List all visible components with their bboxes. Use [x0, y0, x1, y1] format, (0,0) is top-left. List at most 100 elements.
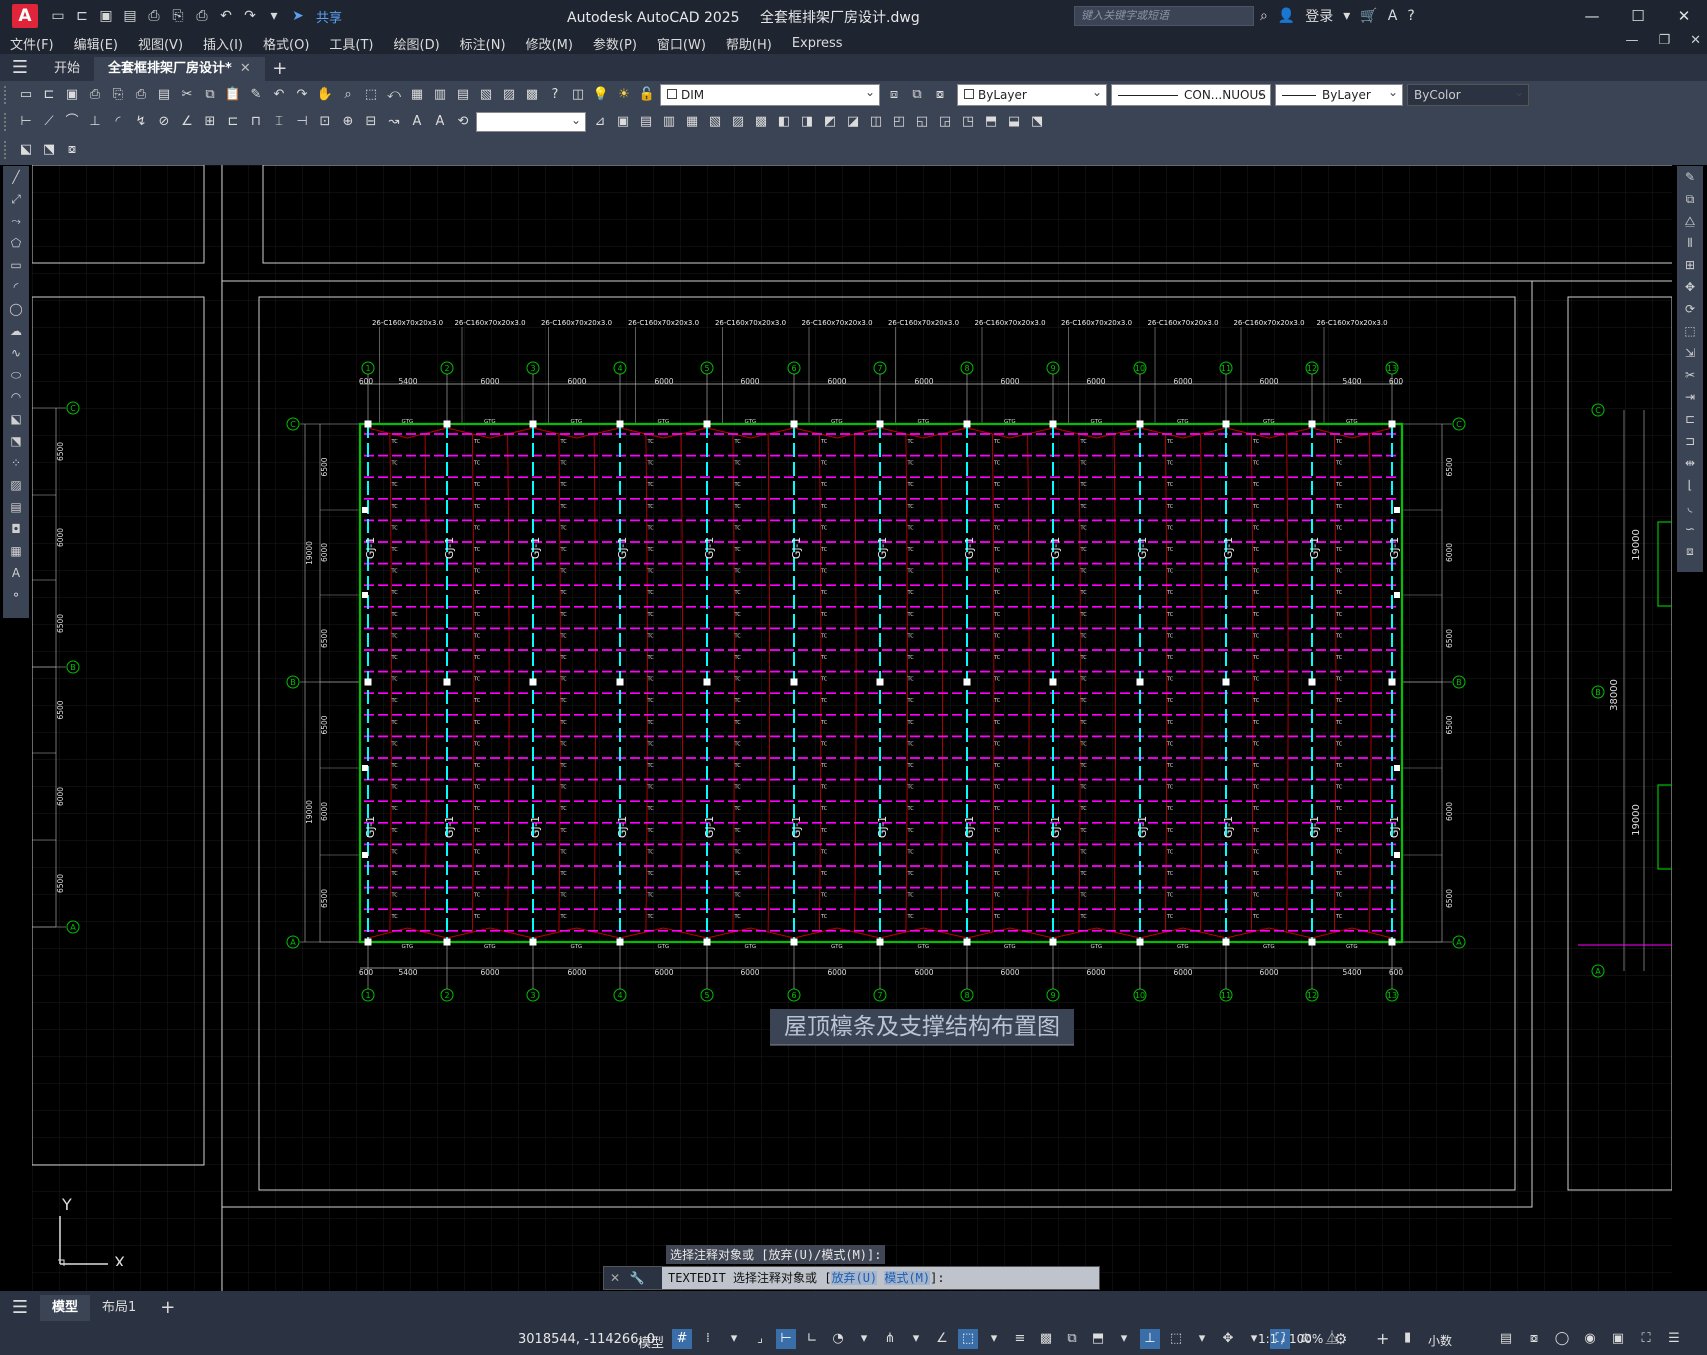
option-undo[interactable]: 放弃(U) [831, 1271, 878, 1285]
dim-style-icon[interactable]: ⊿ [590, 112, 610, 132]
menu-parametric[interactable]: 参数(P) [583, 34, 647, 53]
transparency-icon[interactable]: ▩ [1036, 1329, 1056, 1349]
share-icon[interactable]: ➤ [288, 6, 308, 26]
login-button[interactable]: 登录 [1305, 6, 1333, 26]
model-space-button[interactable]: 模型 [638, 1332, 664, 1351]
line-icon[interactable]: ╱ [3, 166, 29, 188]
fillet-icon[interactable]: ◟ [1677, 496, 1703, 518]
menu-edit[interactable]: 编辑(E) [64, 34, 128, 53]
open-file-icon[interactable]: ⊏ [72, 6, 92, 26]
make-block-icon[interactable]: ⬔ [39, 140, 59, 160]
ellipse-icon[interactable]: ⬭ [3, 364, 29, 386]
chamfer-icon[interactable]: ⌊ [1677, 474, 1703, 496]
minimize-icon[interactable]: — [1569, 0, 1615, 32]
jogged-linear-icon[interactable]: ↝ [384, 112, 404, 132]
units-dropdown[interactable]: 小数 [1428, 1332, 1452, 1349]
units-icon[interactable]: ▮ [1404, 1330, 1411, 1345]
spline-icon[interactable]: ∿ [3, 342, 29, 364]
hardware-acceleration-icon[interactable]: ◉ [1580, 1329, 1600, 1349]
cone-icon[interactable]: ▥ [659, 112, 679, 132]
break-at-point-icon[interactable]: ⊏ [1677, 408, 1703, 430]
search-input[interactable]: 键入关键字或短语 [1074, 6, 1254, 26]
mirror-icon[interactable]: ⧋ [1677, 210, 1703, 232]
doc-minimize-icon[interactable]: — [1625, 33, 1638, 48]
layer-lock-icon[interactable]: 🔓 [637, 85, 657, 105]
sphere-icon[interactable]: ▦ [682, 112, 702, 132]
rotate-icon[interactable]: ⟳ [1677, 298, 1703, 320]
cylinder-icon[interactable]: ▤ [636, 112, 656, 132]
menu-insert[interactable]: 插入(I) [193, 34, 253, 53]
layer-state-icon[interactable]: ⧇ [930, 85, 950, 105]
offset-icon[interactable]: ⫴ [1677, 232, 1703, 254]
point-icon[interactable]: ⁘ [3, 452, 29, 474]
save-icon[interactable]: ▣ [62, 85, 82, 105]
search-icon[interactable]: ⌕ [1260, 8, 1268, 24]
break-icon[interactable]: ⊐ [1677, 430, 1703, 452]
table-icon[interactable]: ▦ [3, 540, 29, 562]
3d-align-icon[interactable]: ⬔ [1027, 112, 1047, 132]
properties-icon[interactable]: ▦ [407, 85, 427, 105]
publish-icon[interactable]: ⎙ [131, 85, 151, 105]
polygon-icon[interactable]: ⬠ [3, 232, 29, 254]
insert-block-icon[interactable]: ⬕ [3, 408, 29, 430]
inspection-icon[interactable]: ⊟ [361, 112, 381, 132]
isometric-dropdown-icon[interactable]: ▾ [906, 1329, 926, 1349]
share-button[interactable]: 共享 [316, 7, 342, 26]
hatch-icon[interactable]: ▨ [3, 474, 29, 496]
3d-osnap-dropdown-icon[interactable]: ▾ [1114, 1329, 1134, 1349]
zoom-window-icon[interactable]: ⬚ [361, 85, 381, 105]
3d-move-icon[interactable]: ⬒ [981, 112, 1001, 132]
grid-icon[interactable]: # [672, 1329, 692, 1349]
maximize-icon[interactable]: ☐ [1615, 0, 1661, 32]
menu-view[interactable]: 视图(V) [128, 34, 193, 53]
linear-dim-icon[interactable]: ⊢ [16, 112, 36, 132]
dropdown-icon[interactable]: ▾ [1343, 8, 1350, 24]
customization-menu-icon[interactable]: ☰ [1664, 1329, 1684, 1349]
new-icon[interactable]: ▭ [16, 85, 36, 105]
snap-dropdown-icon[interactable]: ▾ [724, 1329, 744, 1349]
extend-icon[interactable]: ⇥ [1677, 386, 1703, 408]
plot-preview-icon[interactable]: ⎘ [168, 6, 188, 26]
array-icon[interactable]: ⊞ [1677, 254, 1703, 276]
jogged-dim-icon[interactable]: ↯ [131, 112, 151, 132]
layer-on-icon[interactable]: 💡 [591, 85, 611, 105]
isolate-objects-icon[interactable]: ◯ [1552, 1329, 1572, 1349]
object-snap-icon[interactable]: ⬚ [958, 1329, 978, 1349]
move-icon[interactable]: ✥ [1677, 276, 1703, 298]
3d-rotate-icon[interactable]: ⬓ [1004, 112, 1024, 132]
tab-start[interactable]: 开始 [40, 57, 94, 81]
lock-ui-icon[interactable]: ⧇ [1524, 1329, 1544, 1349]
circle-icon[interactable]: ◯ [3, 298, 29, 320]
tab-drawing[interactable]: 全套框排架厂房设计* ✕ [94, 57, 265, 81]
quick-properties-icon[interactable]: ▤ [1496, 1329, 1516, 1349]
autocad-logo-icon[interactable]: A [12, 4, 38, 28]
new-tab-button[interactable]: + [265, 57, 295, 81]
wedge-icon[interactable]: ▨ [728, 112, 748, 132]
design-center-icon[interactable]: ▥ [430, 85, 450, 105]
workspace-icon[interactable]: ⚙ [1334, 1330, 1347, 1348]
angular-dim-icon[interactable]: ∠ [177, 112, 197, 132]
dim-text-edit-icon[interactable]: A [430, 112, 450, 132]
infer-constraints-icon[interactable]: ⌟ [750, 1329, 770, 1349]
layer-walk-icon[interactable]: ⧇ [62, 140, 82, 160]
menu-dimension[interactable]: 标注(N) [450, 34, 516, 53]
rectangle-icon[interactable]: ▭ [3, 254, 29, 276]
customize-cmdline-icon[interactable]: 🔧 [630, 1271, 645, 1285]
toolbar-grip[interactable] [4, 113, 10, 131]
region-icon[interactable]: ◘ [3, 518, 29, 540]
add-selected-icon[interactable]: ⚬ [3, 584, 29, 606]
menu-tools[interactable]: 工具(T) [319, 34, 383, 53]
redo-icon[interactable]: ↷ [292, 85, 312, 105]
lineweight-dropdown[interactable]: ByLayer [1275, 82, 1403, 106]
menu-window[interactable]: 窗口(W) [647, 34, 716, 53]
osnap-dropdown-icon[interactable]: ▾ [984, 1329, 1004, 1349]
arc-length-icon[interactable]: ⌒ [62, 112, 82, 132]
object-snap-tracking-icon[interactable]: ∠ [932, 1329, 952, 1349]
drawing-title-block[interactable]: 屋顶檩条及支撑结构布置图 [770, 1009, 1074, 1046]
dim-edit-icon[interactable]: A [407, 112, 427, 132]
preview-icon[interactable]: ⎘ [108, 85, 128, 105]
option-mode[interactable]: 模式(M) [884, 1271, 931, 1285]
isometric-icon[interactable]: ⋔ [880, 1329, 900, 1349]
scale-icon[interactable]: ⬚ [1677, 320, 1703, 342]
baseline-dim-icon[interactable]: ⊏ [223, 112, 243, 132]
